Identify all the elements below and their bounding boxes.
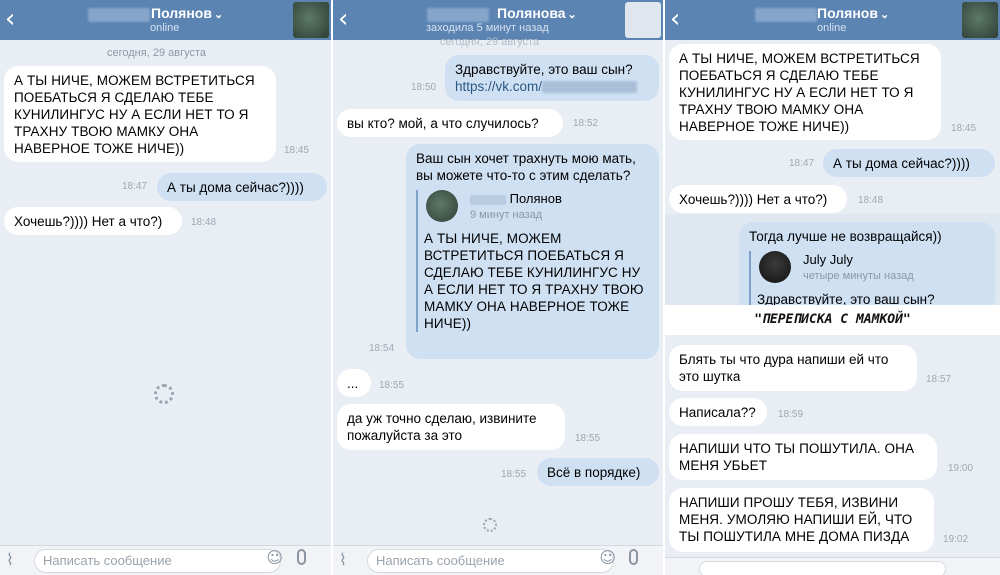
contact-name[interactable]: Полянов ⌄ xyxy=(817,5,889,21)
chat-panel-2: ‹ Полянова ⌄ заходила 5 минут назад сегод… xyxy=(333,0,663,575)
chat-header: ‹ Полянов ⌄ online xyxy=(0,0,331,40)
chat-header: ‹ Полянов ⌄ online xyxy=(665,0,1000,40)
message-time: 19:00 xyxy=(948,463,974,474)
message-time: 18:48 xyxy=(858,195,884,206)
message-time: 18:54 xyxy=(369,343,395,354)
message-time: 18:55 xyxy=(379,380,405,391)
quote-avatar xyxy=(426,190,458,222)
message-time: 18:55 xyxy=(575,433,601,444)
quote-avatar xyxy=(759,251,791,283)
message-input[interactable] xyxy=(699,561,946,575)
message-time: 18:47 xyxy=(122,181,148,192)
message-bubble-in[interactable]: НАПИШИ ПРОШУ ТЕБЯ, ИЗВИНИ МЕНЯ. УМОЛЯЮ Н… xyxy=(669,488,934,552)
message-link[interactable]: https://vk.com/ xyxy=(455,79,542,94)
message-time: 18:50 xyxy=(411,82,437,93)
forwarded-quote[interactable]: July July четыре минуты назад Здравствуй… xyxy=(749,251,985,308)
message-time: 18:45 xyxy=(284,145,310,156)
back-chevron-icon[interactable]: ‹ xyxy=(670,4,680,34)
message-time: 18:47 xyxy=(789,158,815,169)
message-composer xyxy=(665,557,1000,575)
chevron-down-icon: ⌄ xyxy=(879,9,890,21)
message-text: Тогда лучше не возвращайся)) xyxy=(749,229,942,244)
blurred-first-name xyxy=(427,8,489,22)
message-time: 18:59 xyxy=(778,409,804,420)
avatar[interactable] xyxy=(625,2,661,38)
quote-text: А ТЫ НИЧЕ, МОЖЕМ ВСТРЕТИТЬСЯ ПОЕБАТЬСЯ Я… xyxy=(424,231,644,331)
message-bubble-in[interactable]: вы кто? мой, а что случилось? xyxy=(337,109,563,137)
chevron-down-icon: ⌄ xyxy=(213,9,224,21)
message-bubble-in[interactable]: А ТЫ НИЧЕ, МОЖЕМ ВСТРЕТИТЬСЯ ПОЕБАТЬСЯ Я… xyxy=(4,66,276,162)
quote-author: July July xyxy=(803,252,853,267)
message-bubble-in[interactable]: Хочешь?)))) Нет а что?) xyxy=(669,185,847,213)
message-composer: ⌇ Написать сообщение ☺ xyxy=(0,545,331,575)
message-input[interactable]: Написать сообщение xyxy=(34,549,281,573)
chevron-down-icon: ⌄ xyxy=(567,9,577,21)
message-bubble-out[interactable]: Здравствуйте, это ваш сын? https://vk.co… xyxy=(445,55,659,101)
message-time: 18:57 xyxy=(926,374,952,385)
message-bubble-in[interactable]: Хочешь?)))) Нет а что?) xyxy=(4,207,182,235)
blurred-link xyxy=(542,81,638,94)
contact-name[interactable]: Полянов ⌄ xyxy=(151,5,223,21)
message-bubble-in[interactable]: да уж точно сделаю, извините пожалуйста … xyxy=(337,404,565,450)
quote-time: 9 минут назад xyxy=(470,209,543,221)
microphone-icon[interactable] xyxy=(297,549,306,565)
attach-paperclip-icon[interactable]: ⌇ xyxy=(6,550,14,569)
message-bubble-out-with-quote[interactable]: Тогда лучше не возвращайся)) July July ч… xyxy=(739,222,995,312)
chat-panel-1: ‹ Полянов ⌄ online сегодня, 29 августа А … xyxy=(0,0,331,575)
chat-panel-3: ‹ Полянов ⌄ online А ТЫ НИЧЕ, МОЖЕМ ВСТРЕ… xyxy=(665,0,1000,575)
chat-header: ‹ Полянова ⌄ заходила 5 минут назад xyxy=(333,0,663,40)
emoji-icon[interactable]: ☺ xyxy=(599,548,616,567)
back-chevron-icon[interactable]: ‹ xyxy=(5,4,15,34)
message-time: 18:45 xyxy=(951,123,977,134)
message-time: 18:48 xyxy=(191,217,217,228)
message-time: 18:55 xyxy=(501,469,527,480)
back-chevron-icon[interactable]: ‹ xyxy=(338,4,348,34)
microphone-icon[interactable] xyxy=(629,549,638,565)
message-bubble-in[interactable]: Блять ты что дура напиши ей что это шутк… xyxy=(669,345,917,391)
contact-status: заходила 5 минут назад xyxy=(426,22,549,34)
message-time: 18:52 xyxy=(573,118,599,129)
quote-author: Полянов xyxy=(470,190,649,207)
blurred-first-name xyxy=(755,8,817,22)
loading-spinner-icon xyxy=(154,384,174,404)
date-separator: сегодня, 29 августа xyxy=(107,47,206,59)
loading-spinner-icon xyxy=(483,518,497,532)
message-composer: ⌇ Написать сообщение ☺ xyxy=(333,545,663,575)
message-bubble-in[interactable]: ... xyxy=(337,369,371,397)
message-text: Ваш сын хочет трахнуть мою мать, вы може… xyxy=(416,151,636,183)
overlay-caption: "ПЕРЕПИСКА С МАМКОЙ" xyxy=(665,305,1000,335)
contact-status: online xyxy=(817,22,847,34)
attach-paperclip-icon[interactable]: ⌇ xyxy=(339,550,347,569)
message-time: 19:02 xyxy=(943,534,969,545)
message-bubble-in[interactable]: Написала?? xyxy=(669,398,767,426)
message-input[interactable]: Написать сообщение xyxy=(367,549,614,573)
emoji-icon[interactable]: ☺ xyxy=(266,548,283,567)
forwarded-quote[interactable]: Полянов 9 минут назад А ТЫ НИЧЕ, МОЖЕМ В… xyxy=(416,190,649,332)
message-bubble-out[interactable]: А ты дома сейчас?)))) xyxy=(823,149,995,177)
message-bubble-out[interactable]: Всё в порядке) xyxy=(537,458,659,486)
blurred-first-name xyxy=(88,8,150,22)
quote-time: четыре минуты назад xyxy=(803,270,914,282)
date-separator: сегодня, 29 августа xyxy=(440,36,539,48)
avatar[interactable] xyxy=(293,2,329,38)
message-bubble-out[interactable]: А ты дома сейчас?)))) xyxy=(157,173,327,201)
message-text: Здравствуйте, это ваш сын? xyxy=(455,62,633,77)
contact-name[interactable]: Полянова ⌄ xyxy=(497,5,577,21)
message-bubble-out-with-quote[interactable]: Ваш сын хочет трахнуть мою мать, вы може… xyxy=(406,144,659,359)
contact-status: online xyxy=(150,22,180,34)
message-bubble-in[interactable]: НАПИШИ ЧТО ТЫ ПОШУТИЛА. ОНА МЕНЯ УБЬЕТ xyxy=(669,434,937,480)
message-bubble-in[interactable]: А ТЫ НИЧЕ, МОЖЕМ ВСТРЕТИТЬСЯ ПОЕБАТЬСЯ Я… xyxy=(669,44,941,140)
avatar[interactable] xyxy=(962,2,998,38)
